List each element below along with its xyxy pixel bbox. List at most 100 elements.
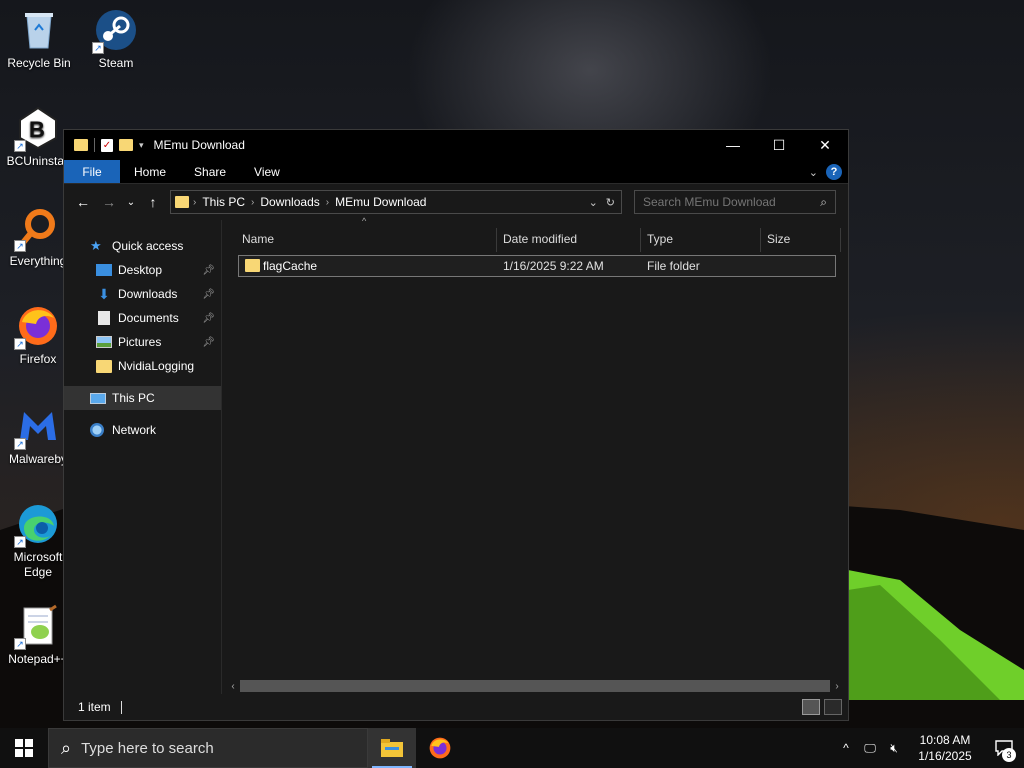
scroll-left-icon[interactable]: ‹ — [226, 681, 240, 692]
title-bar[interactable]: ✓ ▾ MEmu Download — ☐ ✕ — [64, 130, 848, 160]
refresh-icon[interactable]: ↻ — [606, 196, 615, 209]
shortcut-arrow-icon: ↗ — [14, 240, 26, 252]
address-dropdown-icon[interactable]: ⌄ — [589, 196, 598, 209]
chevron-right-icon[interactable]: › — [251, 197, 254, 208]
forward-arrow-icon[interactable]: → — [96, 194, 122, 210]
column-separator[interactable] — [760, 228, 761, 252]
breadcrumb-this-pc[interactable]: This PC — [202, 195, 245, 209]
address-bar[interactable]: › This PC › Downloads › MEmu Download ⌄ … — [170, 190, 622, 214]
nav-this-pc[interactable]: This PC — [64, 386, 221, 410]
nav-item-downloads[interactable]: ⬇ Downloads 📌︎ — [64, 282, 221, 306]
pin-icon[interactable]: 📌︎ — [202, 337, 215, 348]
show-hidden-icons-chevron-icon[interactable]: ^ — [834, 741, 858, 755]
system-tray: ^ 🖵︎ 🔇︎ 10:08 AM 1/16/2025 3 — [834, 728, 1024, 768]
close-button[interactable]: ✕ — [802, 130, 848, 160]
start-button[interactable] — [0, 728, 48, 768]
tab-view[interactable]: View — [240, 160, 294, 183]
breadcrumb-memu-download[interactable]: MEmu Download — [335, 195, 426, 209]
nav-quick-access[interactable]: ★ Quick access — [64, 234, 221, 258]
windows-logo-icon — [15, 739, 33, 757]
firefox-icon: ↗ — [14, 304, 60, 350]
horizontal-scrollbar[interactable]: ‹ › — [226, 678, 844, 694]
column-separator[interactable] — [640, 228, 641, 252]
network-status-icon[interactable]: 🖵︎ — [858, 741, 882, 756]
maximize-button[interactable]: ☐ — [756, 130, 802, 160]
desktop-icon-recycle-bin[interactable]: Recycle Bin — [1, 8, 77, 71]
status-divider — [120, 700, 122, 714]
help-button[interactable]: ? — [826, 164, 842, 180]
file-type: File folder — [647, 259, 700, 273]
properties-icon[interactable]: ✓ — [101, 138, 113, 152]
search-icon: ⌕ — [61, 737, 72, 758]
search-box[interactable]: ⌕ — [634, 190, 836, 214]
file-list-pane: ^ Name Date modified Type Size flagCache… — [222, 216, 848, 694]
shortcut-arrow-icon: ↗ — [14, 140, 26, 152]
taskbar-file-explorer[interactable] — [368, 728, 416, 768]
column-header-date-modified[interactable]: Date modified — [503, 224, 577, 254]
firefox-icon — [429, 737, 451, 759]
quick-access-toolbar: ✓ ▾ — [64, 138, 144, 152]
item-count: 1 item — [78, 700, 111, 714]
tab-home[interactable]: Home — [120, 160, 180, 183]
ribbon-tabs: File Home Share View ⌄ ? — [64, 160, 848, 184]
customize-toolbar-icon[interactable]: ▾ — [139, 140, 144, 151]
expand-ribbon-icon[interactable]: ⌄ — [809, 166, 818, 179]
recent-locations-icon[interactable]: ⌄ — [122, 197, 140, 208]
file-explorer-icon — [381, 739, 403, 757]
star-icon: ★ — [90, 238, 102, 253]
column-separator[interactable] — [840, 228, 841, 252]
column-separator[interactable] — [496, 228, 497, 252]
chevron-right-icon[interactable]: › — [326, 197, 329, 208]
nav-item-desktop[interactable]: Desktop 📌︎ — [64, 258, 221, 282]
nav-label: Downloads — [118, 287, 178, 301]
notification-count-badge: 3 — [1002, 748, 1016, 762]
details-view-icon[interactable] — [802, 699, 820, 715]
column-headers: ^ Name Date modified Type Size — [222, 216, 848, 254]
nav-item-documents[interactable]: Documents 📌︎ — [64, 306, 221, 330]
breadcrumb-downloads[interactable]: Downloads — [260, 195, 319, 209]
taskbar-search-box[interactable]: ⌕ Type here to search — [48, 728, 368, 768]
nav-network[interactable]: Network — [64, 418, 221, 442]
tab-file[interactable]: File — [64, 160, 120, 183]
recycle-bin-icon — [17, 8, 61, 52]
column-header-type[interactable]: Type — [647, 224, 673, 254]
clock[interactable]: 10:08 AM 1/16/2025 — [906, 732, 984, 764]
nav-label: This PC — [112, 391, 155, 405]
nav-label: NvidiaLogging — [118, 359, 195, 373]
table-row[interactable]: flagCache 1/16/2025 9:22 AM File folder — [238, 255, 836, 277]
up-arrow-icon[interactable]: ↑ — [140, 194, 166, 210]
folder-icon — [74, 139, 88, 151]
pin-icon[interactable]: 📌︎ — [202, 313, 215, 324]
column-header-size[interactable]: Size — [767, 224, 790, 254]
nav-item-nvidialogging[interactable]: NvidiaLogging — [64, 354, 221, 378]
chevron-right-icon[interactable]: › — [193, 197, 196, 208]
large-icons-view-icon[interactable] — [824, 699, 842, 715]
nav-label: Network — [112, 423, 157, 437]
nav-item-pictures[interactable]: Pictures 📌︎ — [64, 330, 221, 354]
volume-muted-icon[interactable]: 🔇︎ — [882, 741, 906, 756]
scrollbar-thumb[interactable] — [240, 680, 830, 692]
new-folder-icon[interactable] — [119, 139, 133, 151]
everything-search-icon: ↗ — [14, 206, 60, 252]
taskbar-firefox[interactable] — [416, 728, 464, 768]
desktop-icon — [96, 264, 112, 276]
scrollbar-track[interactable] — [240, 680, 830, 692]
steam-icon: ↗ — [92, 8, 138, 54]
desktop-icon-steam[interactable]: ↗ Steam — [78, 8, 154, 71]
scroll-right-icon[interactable]: › — [830, 681, 844, 692]
tab-share[interactable]: Share — [180, 160, 240, 183]
back-arrow-icon[interactable]: ← — [70, 194, 96, 210]
search-input[interactable] — [643, 195, 813, 209]
folder-icon — [96, 359, 112, 373]
navigation-pane: ★ Quick access Desktop 📌︎ ⬇ Downloads 📌︎… — [64, 220, 222, 694]
ribbon-right: ⌄ ? — [809, 164, 842, 180]
pin-icon[interactable]: 📌︎ — [202, 289, 215, 300]
minimize-button[interactable]: — — [710, 130, 756, 160]
shortcut-arrow-icon: ↗ — [14, 536, 26, 548]
pin-icon[interactable]: 📌︎ — [202, 265, 215, 276]
window-controls: — ☐ ✕ — [710, 130, 848, 160]
file-name: flagCache — [263, 259, 318, 273]
action-center-button[interactable]: 3 — [984, 728, 1024, 768]
folder-icon — [245, 259, 260, 272]
column-header-name[interactable]: Name — [242, 224, 274, 254]
